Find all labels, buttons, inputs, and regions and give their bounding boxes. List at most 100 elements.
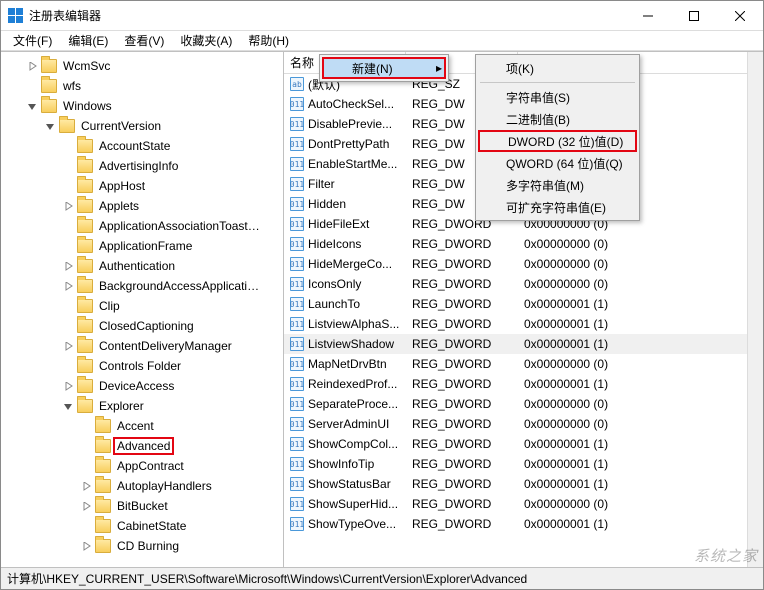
tree-item-label: Controls Folder	[97, 359, 183, 373]
binary-value-icon: 011	[290, 157, 304, 171]
expander-icon[interactable]	[25, 99, 39, 113]
titlebar[interactable]: 注册表编辑器	[1, 1, 763, 31]
tree-item-label: Applets	[97, 199, 141, 213]
table-row[interactable]: 011HideIconsREG_DWORD0x00000000 (0)	[284, 234, 763, 254]
value-name: ShowInfoTip	[308, 457, 374, 471]
menu-view[interactable]: 查看(V)	[116, 30, 172, 51]
expander-icon[interactable]	[61, 339, 75, 353]
value-data: 0x00000001 (1)	[518, 317, 763, 331]
value-data: 0x00000000 (0)	[518, 237, 763, 251]
tree-item-windows[interactable]: Windows	[3, 96, 281, 116]
ctx-string[interactable]: 字符串值(S)	[478, 86, 637, 108]
binary-value-icon: 011	[290, 237, 304, 251]
ctx-multi[interactable]: 多字符串值(M)	[478, 174, 637, 196]
tree-item-wcmsvc[interactable]: WcmSvc	[3, 56, 281, 76]
table-row[interactable]: 011ReindexedProf...REG_DWORD0x00000001 (…	[284, 374, 763, 394]
menu-favorites[interactable]: 收藏夹(A)	[172, 30, 240, 51]
values-panel[interactable]: 名称 类型 数据 ab(默认)REG_SZ011AutoCheckSel...R…	[284, 52, 763, 567]
tree-item-closedcaptioning[interactable]: ClosedCaptioning	[3, 316, 281, 336]
table-row[interactable]: 011ShowTypeOve...REG_DWORD0x00000001 (1)	[284, 514, 763, 534]
minimize-button[interactable]	[625, 1, 671, 31]
value-data: 0x00000000 (0)	[518, 257, 763, 271]
expander-icon[interactable]	[61, 399, 75, 413]
table-row[interactable]: 011IconsOnlyREG_DWORD0x00000000 (0)	[284, 274, 763, 294]
table-row[interactable]: 011ListviewAlphaS...REG_DWORD0x00000001 …	[284, 314, 763, 334]
value-type: REG_DWORD	[406, 437, 518, 451]
expander-icon[interactable]	[61, 259, 75, 273]
table-row[interactable]: 011HideMergeCo...REG_DWORD0x00000000 (0)	[284, 254, 763, 274]
table-row[interactable]: 011MapNetDrvBtnREG_DWORD0x00000000 (0)	[284, 354, 763, 374]
vertical-scrollbar[interactable]	[747, 52, 763, 567]
tree-item-applets[interactable]: Applets	[3, 196, 281, 216]
table-row[interactable]: 011ShowSuperHid...REG_DWORD0x00000000 (0…	[284, 494, 763, 514]
table-row[interactable]: 011ServerAdminUIREG_DWORD0x00000000 (0)	[284, 414, 763, 434]
tree-item-apphost[interactable]: AppHost	[3, 176, 281, 196]
menubar: 文件(F) 编辑(E) 查看(V) 收藏夹(A) 帮助(H)	[1, 31, 763, 51]
table-row[interactable]: 011ShowInfoTipREG_DWORD0x00000001 (1)	[284, 454, 763, 474]
close-button[interactable]	[717, 1, 763, 31]
tree-item-applicationframe[interactable]: ApplicationFrame	[3, 236, 281, 256]
table-row[interactable]: 011ListviewShadowREG_DWORD0x00000001 (1)	[284, 334, 763, 354]
tree-item-advertisinginfo[interactable]: AdvertisingInfo	[3, 156, 281, 176]
tree-item-currentversion[interactable]: CurrentVersion	[3, 116, 281, 136]
tree-item-appcontract[interactable]: AppContract	[3, 456, 281, 476]
binary-value-icon: 011	[290, 337, 304, 351]
binary-value-icon: 011	[290, 217, 304, 231]
tree-item-deviceaccess[interactable]: DeviceAccess	[3, 376, 281, 396]
ctx-qword[interactable]: QWORD (64 位)值(Q)	[478, 152, 637, 174]
binary-value-icon: 011	[290, 117, 304, 131]
tree-panel[interactable]: WcmSvc wfs WindowsCurrentVersionAccountSta…	[1, 52, 284, 567]
expander-icon[interactable]	[61, 379, 75, 393]
expander-icon[interactable]	[79, 479, 93, 493]
folder-icon	[77, 299, 93, 313]
tree-item-advanced[interactable]: Advanced	[3, 436, 281, 456]
folder-icon	[77, 399, 93, 413]
expander-icon[interactable]	[79, 499, 93, 513]
tree-item-label: AutoplayHandlers	[115, 479, 214, 493]
tree-item-contentdeliverymanager[interactable]: ContentDeliveryManager	[3, 336, 281, 356]
menu-help[interactable]: 帮助(H)	[240, 30, 297, 51]
tree-item-wfs[interactable]: wfs	[3, 76, 281, 96]
folder-icon	[77, 319, 93, 333]
tree-item-label: ContentDeliveryManager	[97, 339, 234, 353]
expander-icon[interactable]	[61, 199, 75, 213]
ctx-dword[interactable]: DWORD (32 位)值(D)	[478, 130, 637, 152]
tree-item-clip[interactable]: Clip	[3, 296, 281, 316]
tree-item-applicationassociationtoast[interactable]: ApplicationAssociationToast…	[3, 216, 281, 236]
folder-icon	[95, 459, 111, 473]
ctx-key[interactable]: 项(K)	[478, 57, 637, 79]
table-row[interactable]: 011LaunchToREG_DWORD0x00000001 (1)	[284, 294, 763, 314]
table-row[interactable]: 011SeparateProce...REG_DWORD0x00000000 (…	[284, 394, 763, 414]
ctx-expand[interactable]: 可扩充字符串值(E)	[478, 196, 637, 218]
tree-item-cdburning[interactable]: CD Burning	[3, 536, 281, 556]
table-row[interactable]: 011ShowStatusBarREG_DWORD0x00000001 (1)	[284, 474, 763, 494]
tree-item-autoplayhandlers[interactable]: AutoplayHandlers	[3, 476, 281, 496]
menu-edit[interactable]: 编辑(E)	[60, 30, 116, 51]
tree-item-label: wfs	[61, 79, 83, 93]
binary-value-icon: 011	[290, 417, 304, 431]
expander-icon[interactable]	[79, 539, 93, 553]
folder-icon	[77, 279, 93, 293]
ctx-binary[interactable]: 二进制值(B)	[478, 108, 637, 130]
expander-icon[interactable]	[25, 59, 39, 73]
expander-icon[interactable]	[43, 119, 57, 133]
table-row[interactable]: 011ShowCompCol...REG_DWORD0x00000001 (1)	[284, 434, 763, 454]
tree-item-accountstate[interactable]: AccountState	[3, 136, 281, 156]
value-name: SeparateProce...	[308, 397, 398, 411]
tree-item-backgroundaccess[interactable]: BackgroundAccessApplicati…	[3, 276, 281, 296]
ctx-new[interactable]: 新建(N)▸	[322, 57, 446, 79]
tree-item-accent[interactable]: Accent	[3, 416, 281, 436]
expander-icon[interactable]	[61, 279, 75, 293]
tree-item-explorer[interactable]: Explorer	[3, 396, 281, 416]
tree-item-bitbucket[interactable]: BitBucket	[3, 496, 281, 516]
value-name: AutoCheckSel...	[308, 97, 394, 111]
folder-icon	[77, 239, 93, 253]
value-data: 0x00000001 (1)	[518, 297, 763, 311]
folder-icon	[77, 359, 93, 373]
menu-file[interactable]: 文件(F)	[5, 30, 60, 51]
tree-item-cabinetstate[interactable]: CabinetState	[3, 516, 281, 536]
maximize-button[interactable]	[671, 1, 717, 31]
tree-item-authentication[interactable]: Authentication	[3, 256, 281, 276]
tree-item-controlsfolder[interactable]: Controls Folder	[3, 356, 281, 376]
folder-icon	[41, 59, 57, 73]
